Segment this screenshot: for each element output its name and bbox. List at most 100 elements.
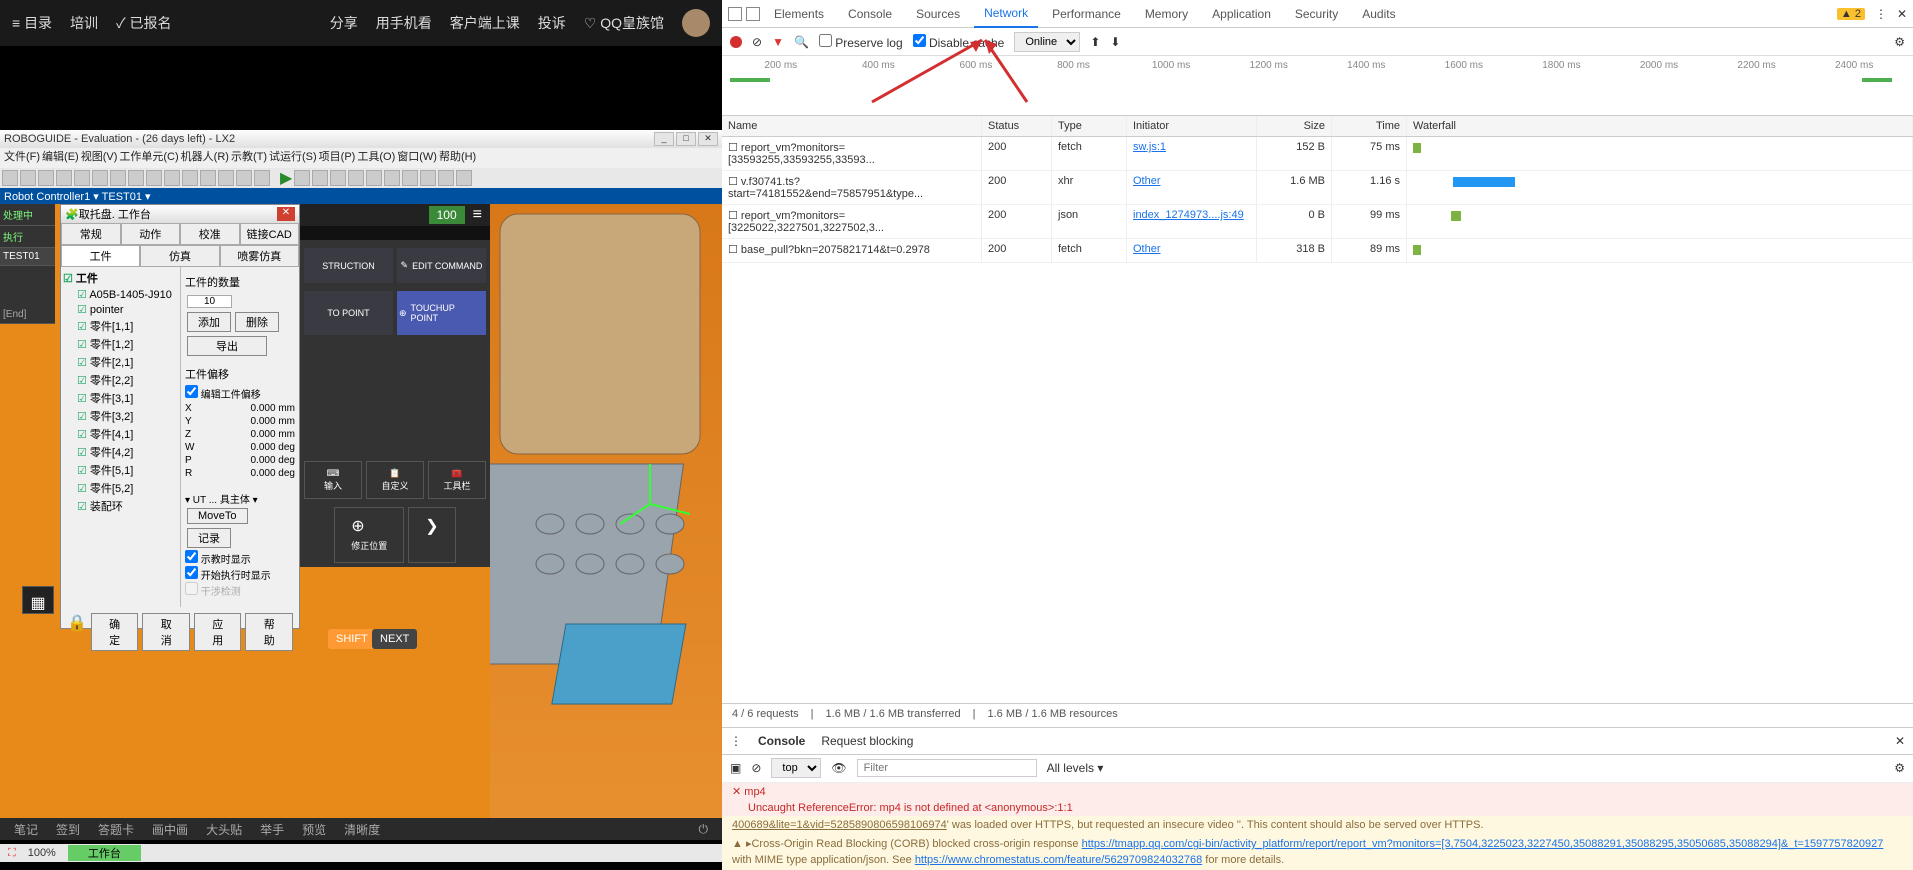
toolbar-icon[interactable] [312,170,328,186]
apply-button[interactable]: 应用 [194,613,242,651]
drawer-close-icon[interactable]: ✕ [1895,734,1905,748]
toolbar-icon[interactable] [294,170,310,186]
filter-icon[interactable]: ▼ [772,35,784,49]
col-waterfall[interactable]: Waterfall [1407,116,1913,136]
tab-sticker[interactable]: 大头贴 [206,821,242,838]
moveto-button[interactable]: MoveTo [187,508,248,524]
tab-console[interactable]: Console [838,1,902,27]
device-icon[interactable] [746,7,760,21]
tree-item[interactable]: 零件[2,2] [63,371,178,389]
table-row[interactable]: ☐ base_pull?bkn=2075821714&t=0.2978200fe… [722,239,1913,263]
delete-button[interactable]: 删除 [235,312,279,332]
close-button[interactable]: ✕ [698,132,718,146]
add-button[interactable]: 添加 [187,312,231,332]
close-devtools-icon[interactable]: ✕ [1897,7,1907,21]
touchup-point-button[interactable]: ⊕TOUCHUP POINT [397,291,486,335]
tab-general[interactable]: 常规 [61,223,121,245]
tree-item[interactable]: 零件[5,1] [63,461,178,479]
3d-viewport[interactable] [490,204,722,840]
toolbar-icon[interactable] [128,170,144,186]
console-sidebar-icon[interactable]: ▣ [730,761,741,775]
toolbar-icon[interactable] [110,170,126,186]
tree-item[interactable]: 零件[1,2] [63,335,178,353]
instruction-button[interactable]: STRUCTION [304,248,393,283]
tab-action[interactable]: 动作 [121,223,181,245]
table-row[interactable]: ☐ report_vm?monitors=[33593255,33593255,… [722,137,1913,171]
maximize-button[interactable]: □ [676,132,696,146]
to-point-button[interactable]: TO POINT [304,291,393,335]
toolbar-icon[interactable] [438,170,454,186]
ut-dropdown[interactable]: ▾ UT ... 具主体 ▾ [185,491,295,506]
console-clear-icon[interactable]: ⊘ [751,761,761,775]
menu-testrun[interactable]: 试运行(S) [269,148,317,168]
console-filter-input[interactable] [857,759,1037,777]
tab-sim[interactable]: 仿真 [140,245,219,267]
menu-project[interactable]: 项目(P) [319,148,356,168]
nav-qq[interactable]: ♡ QQ皇族馆 [584,13,664,33]
nav-client[interactable]: 客户端上课 [450,13,520,33]
menu-tool[interactable]: 工具(O) [357,148,395,168]
settings-icon[interactable]: ⋮ [1875,7,1887,21]
export-button[interactable]: 导出 [187,336,267,356]
app-menubar[interactable]: 文件(F) 编辑(E) 视图(V) 工作单元(C) 机器人(R) 示教(T) 试… [0,148,722,168]
chromestatus-link[interactable]: https://www.chromestatus.com/feature/562… [915,854,1202,866]
tab-performance[interactable]: Performance [1042,1,1131,27]
record-button[interactable] [730,36,742,48]
warnings-badge[interactable]: ▲ 2 [1837,8,1865,20]
tree-item[interactable]: 零件[2,1] [63,353,178,371]
tab-audits[interactable]: Audits [1352,1,1405,27]
zoom-icon[interactable]: ⛶ [8,847,16,860]
console-warning-row[interactable]: ▲ ▸Cross-Origin Read Blocking (CORB) blo… [722,835,1913,870]
menu-help[interactable]: 帮助(H) [439,148,476,168]
toolbox-button[interactable]: 🧰工具栏 [428,461,486,499]
toolbar-icon[interactable] [2,170,18,186]
console-settings-icon[interactable]: ⚙ [1894,761,1905,775]
tree-item[interactable]: A05B-1405-J910 [63,287,178,302]
tree-item[interactable]: 零件[4,2] [63,443,178,461]
tree-item[interactable]: pointer [63,302,178,317]
menu-file[interactable]: 文件(F) [4,148,40,168]
eye-icon[interactable]: 👁 [831,761,846,775]
menu-teach[interactable]: 示教(T) [231,148,267,168]
drawer-tab-console[interactable]: Console [758,734,805,748]
tree-item[interactable]: 零件[5,2] [63,479,178,497]
grid-button[interactable]: ▦ [22,586,54,614]
toolbar-icon[interactable] [200,170,216,186]
tree-item[interactable]: 零件[3,1] [63,389,178,407]
tab-calibrate[interactable]: 校准 [180,223,240,245]
app-toolbar[interactable]: ▶ [0,168,722,188]
toolbar-icon[interactable] [74,170,90,186]
coord-z-value[interactable]: 0.000 mm [251,429,295,440]
coord-x-value[interactable]: 0.000 mm [251,403,295,414]
menu-robot[interactable]: 机器人(R) [181,148,229,168]
menu-icon[interactable]: ≡ 目录 [12,13,52,33]
col-initiator[interactable]: Initiator [1127,116,1257,136]
toolbar-icon[interactable] [384,170,400,186]
menu-edit[interactable]: 编辑(E) [42,148,79,168]
coord-r-value[interactable]: 0.000 deg [251,468,296,479]
ok-button[interactable]: 确定 [91,613,139,651]
input-button[interactable]: ⌨输入 [304,461,362,499]
toolbar-icon[interactable] [236,170,252,186]
tab-spray[interactable]: 喷雾仿真 [220,245,299,267]
corb-link[interactable]: https://tmapp.qq.com/cgi-bin/activity_pl… [1082,838,1884,850]
dialog-close-button[interactable]: ✕ [277,207,295,221]
power-icon[interactable]: ⏻ [699,822,709,837]
console-context-select[interactable]: top [771,758,821,778]
nav-train[interactable]: 培训 [70,13,98,33]
toolbar-icon[interactable] [182,170,198,186]
preserve-log-checkbox[interactable]: Preserve log [819,34,903,50]
tab-answer[interactable]: 答题卡 [98,821,134,838]
avatar[interactable] [682,9,710,37]
hamburger-icon[interactable]: ≡ [473,206,482,224]
edit-offset-checkbox[interactable] [185,385,198,398]
tab-pip[interactable]: 画中画 [152,821,188,838]
menu-window[interactable]: 窗口(W) [397,148,437,168]
toolbar-icon[interactable] [146,170,162,186]
col-status[interactable]: Status [982,116,1052,136]
tree-item[interactable]: 零件[3,2] [63,407,178,425]
tab-security[interactable]: Security [1285,1,1348,27]
shift-key[interactable]: SHIFT [328,629,376,649]
coord-w-value[interactable]: 0.000 deg [251,442,296,453]
show-exec-checkbox[interactable] [185,566,198,579]
